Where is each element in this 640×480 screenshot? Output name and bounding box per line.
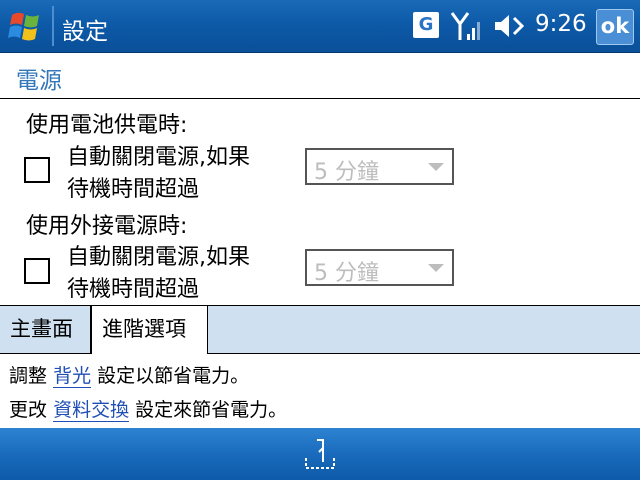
windows-start-icon[interactable] xyxy=(6,7,46,45)
tab-advanced[interactable]: 進階選項 xyxy=(91,306,208,354)
signal-icon[interactable] xyxy=(450,10,482,42)
chevron-down-icon xyxy=(428,163,444,171)
app-title: 設定 xyxy=(62,19,108,45)
volume-icon[interactable] xyxy=(492,12,524,40)
data-exchange-link[interactable]: 資料交換 xyxy=(53,399,130,422)
note2-prefix: 更改 xyxy=(9,399,48,421)
network-type-icon[interactable]: G xyxy=(413,12,439,38)
title-bar: 設定 G 9:26 ok xyxy=(0,0,640,53)
note2-suffix: 設定來節省電力。 xyxy=(135,399,288,421)
external-timeout-dropdown[interactable]: 5 分鐘 xyxy=(305,249,454,286)
external-auto-off-label[interactable]: 自動關閉電源,如果 待機時間超過 xyxy=(67,242,297,306)
ok-button[interactable]: ok xyxy=(596,9,634,45)
sync-note: 更改 資料交換 設定來節省電力。 xyxy=(9,395,287,422)
soft-key-bar xyxy=(0,428,640,480)
external-auto-off-checkbox[interactable] xyxy=(24,258,50,284)
external-heading: 使用外接電源時: xyxy=(26,214,188,239)
external-label-line2: 待機時間超過 xyxy=(67,277,200,302)
note1-prefix: 調整 xyxy=(9,365,48,387)
header-divider xyxy=(0,98,640,99)
chevron-down-icon xyxy=(428,264,444,272)
battery-label-line1: 自動關閉電源,如果 xyxy=(67,145,250,170)
battery-auto-off-checkbox[interactable] xyxy=(24,157,50,183)
input-panel-icon[interactable] xyxy=(303,436,337,472)
backlight-note: 調整 背光 設定以節省電力。 xyxy=(9,361,249,388)
external-timeout-value: 5 分鐘 xyxy=(314,261,379,286)
clock[interactable]: 9:26 xyxy=(535,11,587,37)
note1-suffix: 設定以節省電力。 xyxy=(97,365,250,387)
external-label-line1: 自動關閉電源,如果 xyxy=(67,245,250,270)
battery-timeout-dropdown[interactable]: 5 分鐘 xyxy=(305,148,454,185)
battery-auto-off-label[interactable]: 自動關閉電源,如果 待機時間超過 xyxy=(67,142,297,206)
backlight-link[interactable]: 背光 xyxy=(53,365,92,388)
battery-label-line2: 待機時間超過 xyxy=(67,177,200,202)
tab-main[interactable]: 主畫面 xyxy=(0,306,91,353)
battery-heading: 使用電池供電時: xyxy=(26,113,188,138)
tab-bar: 主畫面 進階選項 xyxy=(0,305,640,354)
title-separator xyxy=(52,6,54,46)
page-title: 電源 xyxy=(16,68,62,94)
battery-timeout-value: 5 分鐘 xyxy=(314,160,379,185)
